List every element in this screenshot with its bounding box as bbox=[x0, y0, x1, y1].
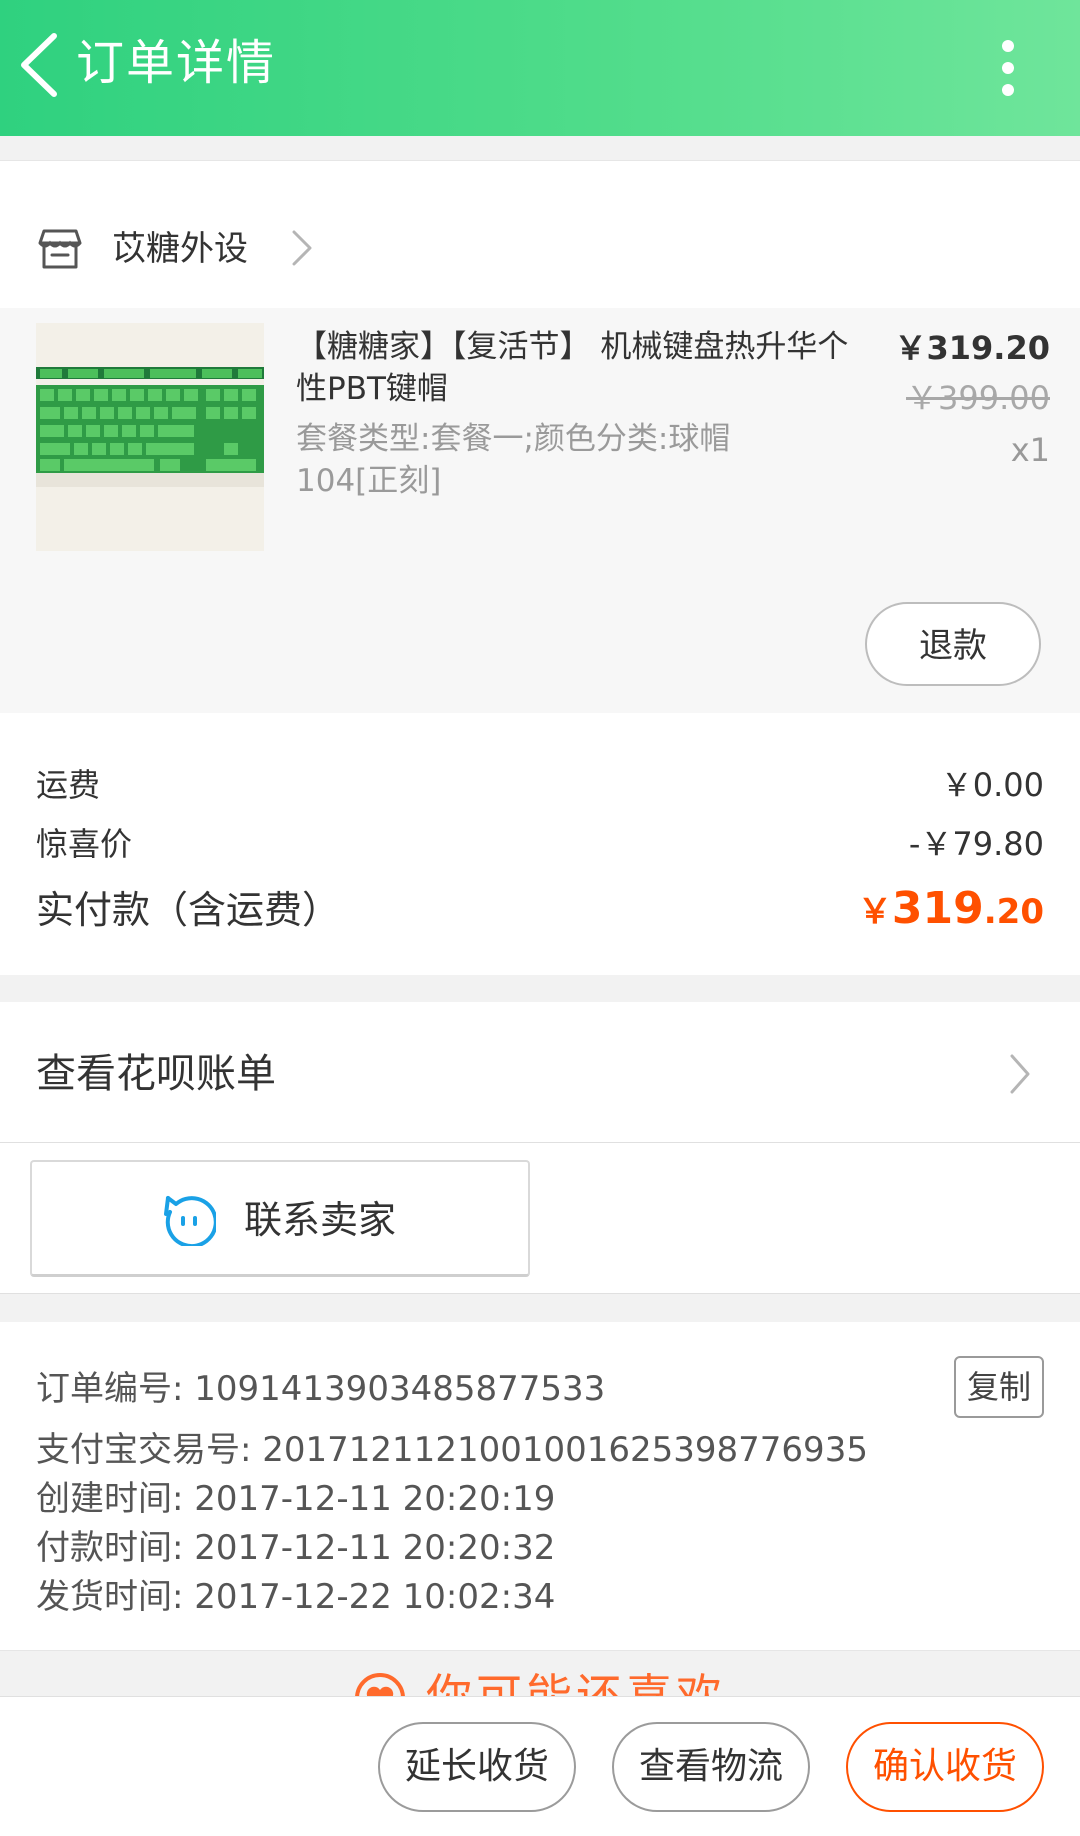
product-original-price: ￥399.00 bbox=[906, 379, 1050, 417]
shipping-value: ￥0.00 bbox=[940, 766, 1044, 804]
refund-button[interactable]: 退款 bbox=[865, 602, 1041, 686]
product-title[interactable]: 【糖糖家】【复活节】 机械键盘热升华个性PBT键帽 bbox=[296, 326, 856, 410]
copy-button[interactable]: 复制 bbox=[954, 1356, 1044, 1418]
product-quantity: x1 bbox=[1010, 431, 1050, 469]
shipped-time: 发货时间: 2017-12-22 10:02:34 bbox=[36, 1577, 556, 1617]
paid-time: 付款时间: 2017-12-11 20:20:32 bbox=[36, 1528, 556, 1568]
discount-value: -￥79.80 bbox=[908, 825, 1044, 863]
total-decimal: .20 bbox=[983, 892, 1044, 932]
keyboard-image bbox=[36, 323, 264, 551]
store-icon bbox=[38, 229, 82, 269]
product-price: ￥319.20 bbox=[894, 329, 1051, 367]
product-spec: 套餐类型:套餐一;颜色分类:球帽104[正刻] bbox=[296, 421, 731, 499]
chevron-right-icon bbox=[1010, 1054, 1030, 1094]
shop-name[interactable]: 苡糖外设 bbox=[112, 224, 248, 274]
contact-seller-label[interactable]: 联系卖家 bbox=[244, 1194, 396, 1246]
huabei-bill-label[interactable]: 查看花呗账单 bbox=[36, 1046, 276, 1102]
extend-receipt-button[interactable]: 延长收货 bbox=[378, 1722, 576, 1812]
more-options-icon[interactable] bbox=[990, 38, 1026, 98]
view-logistics-button[interactable]: 查看物流 bbox=[612, 1722, 810, 1812]
alipay-trade-number: 支付宝交易号: 2017121121001001625398776935 bbox=[36, 1430, 868, 1470]
total-integer: 319 bbox=[891, 883, 984, 934]
total-currency: ￥ bbox=[857, 892, 892, 932]
discount-label: 惊喜价 bbox=[36, 825, 133, 863]
chevron-right-icon bbox=[292, 230, 312, 266]
total-amount: ￥319.20 bbox=[858, 880, 1044, 947]
product-thumbnail[interactable] bbox=[36, 323, 264, 551]
created-time: 创建时间: 2017-12-11 20:20:19 bbox=[36, 1479, 556, 1519]
app-header: 订单详情 bbox=[0, 0, 1080, 136]
shipping-label: 运费 bbox=[36, 766, 101, 804]
chat-bot-icon bbox=[164, 1196, 216, 1246]
back-arrow-icon[interactable] bbox=[16, 30, 62, 100]
order-number: 订单编号: 1091413903485877533 bbox=[36, 1369, 606, 1409]
page-title: 订单详情 bbox=[76, 35, 277, 91]
confirm-receipt-button[interactable]: 确认收货 bbox=[846, 1722, 1044, 1812]
total-label: 实付款（含运费） bbox=[36, 888, 341, 932]
